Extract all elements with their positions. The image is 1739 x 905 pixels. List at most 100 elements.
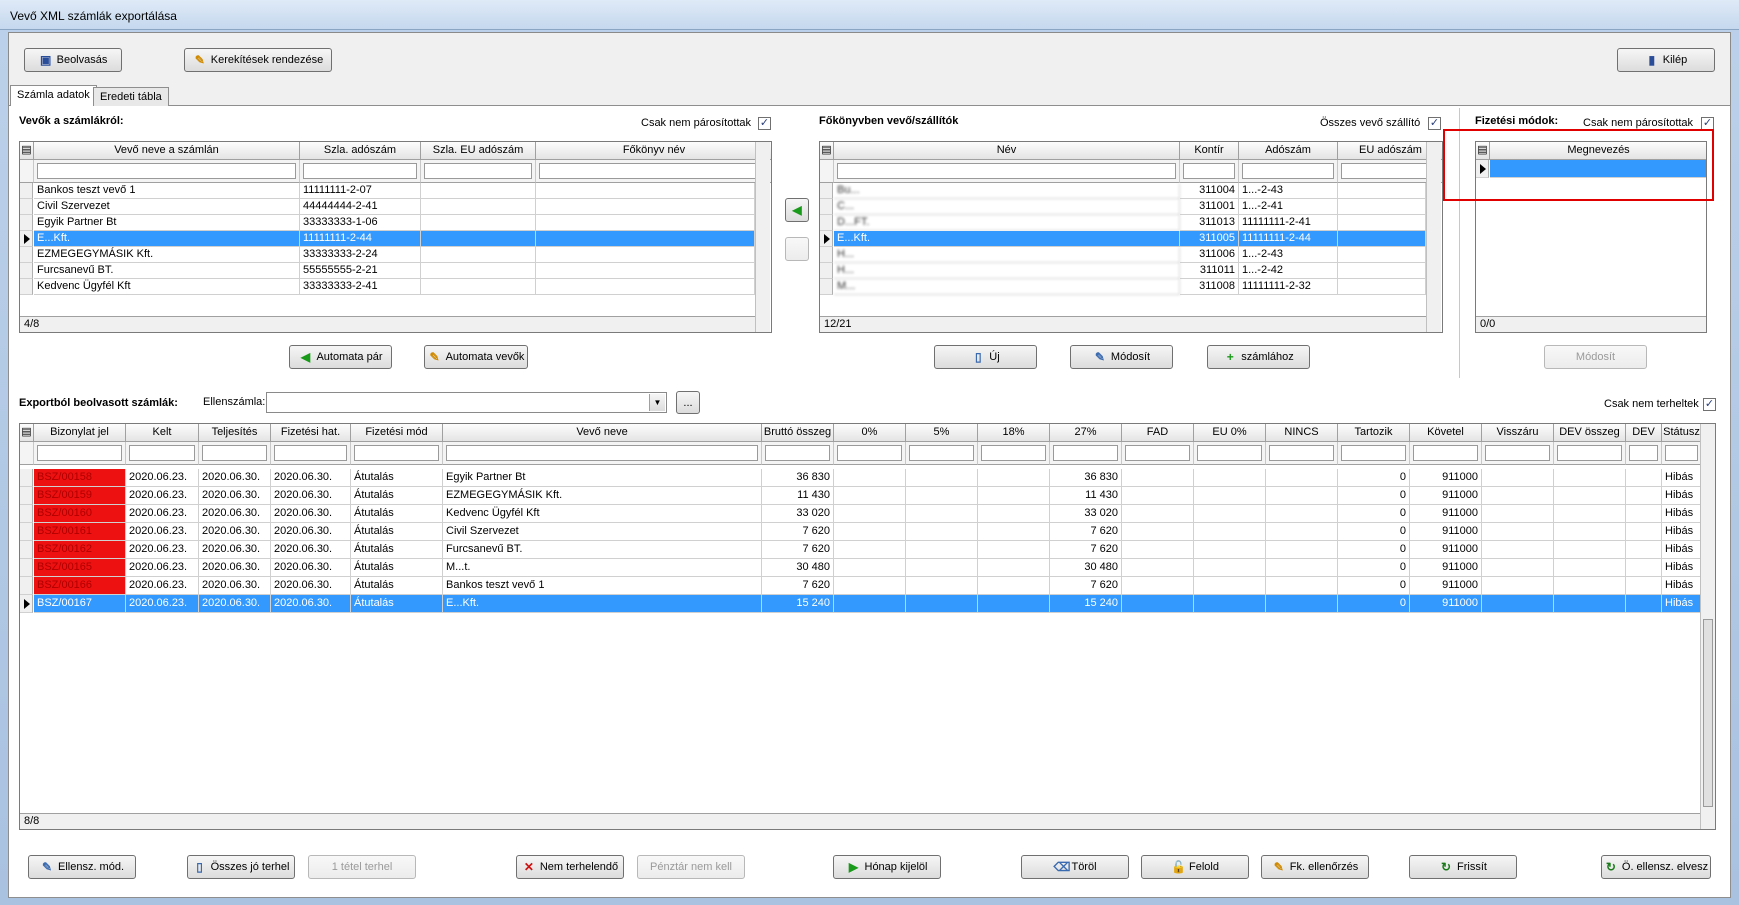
invoice-cell[interactable]: 2020.06.30. [199, 541, 271, 559]
invoice-cell[interactable]: 2020.06.30. [271, 487, 351, 505]
invoice-cell[interactable]: 2020.06.30. [271, 577, 351, 595]
invoice-cell[interactable] [1626, 577, 1662, 595]
tab-invoice-data[interactable]: Számla adatok [10, 85, 97, 106]
invoice-cell[interactable]: Átutalás [351, 559, 443, 577]
invoice-cell[interactable] [1122, 595, 1194, 613]
invoice-column-header[interactable]: Tartozik [1338, 424, 1410, 442]
invoice-cell[interactable]: Bankos teszt vevő 1 [443, 577, 762, 595]
invoice-cell[interactable] [978, 577, 1050, 595]
invoice-cell[interactable] [834, 577, 906, 595]
invoice-cell[interactable] [1266, 469, 1338, 487]
filter-ledger-name[interactable] [834, 160, 1180, 183]
invoice-column-filter[interactable] [978, 442, 1050, 465]
invoice-cell[interactable] [906, 523, 978, 541]
invoice-cell[interactable]: 2020.06.30. [271, 469, 351, 487]
invoice-cell[interactable]: 15 240 [762, 595, 834, 613]
invoice-cell[interactable]: 2020.06.23. [126, 487, 199, 505]
invoice-cell[interactable]: 911000 [1410, 469, 1482, 487]
invoice-cell[interactable]: 30 480 [1050, 559, 1122, 577]
invoice-cell[interactable]: Átutalás [351, 469, 443, 487]
invoice-column-header[interactable]: Követel [1410, 424, 1482, 442]
invoice-column-header[interactable]: 27% [1050, 424, 1122, 442]
customer-cell[interactable]: E...Kft. [34, 231, 300, 247]
ledger-all-checkbox[interactable]: ✓ [1428, 117, 1441, 130]
invoice-cell[interactable] [978, 487, 1050, 505]
customer-cell[interactable]: Egyik Partner Bt [34, 215, 300, 231]
invoice-cell[interactable] [1554, 469, 1626, 487]
invoice-cell[interactable] [1554, 595, 1626, 613]
ledger-cell[interactable]: 11111111-2-41 [1239, 215, 1338, 231]
invoice-cell[interactable]: 0 [1338, 559, 1410, 577]
invoice-cell[interactable]: Átutalás [351, 577, 443, 595]
invoice-cell[interactable] [1626, 523, 1662, 541]
invoice-column-header[interactable]: Bizonylat jel [34, 424, 126, 442]
invoice-cell[interactable] [1482, 577, 1554, 595]
customer-cell[interactable] [421, 231, 536, 247]
invoice-cell[interactable]: 11 430 [1050, 487, 1122, 505]
customer-cell[interactable]: 11111111-2-44 [300, 231, 421, 247]
invoice-cell[interactable] [1626, 595, 1662, 613]
invoice-cell[interactable]: Átutalás [351, 595, 443, 613]
customer-cell[interactable] [536, 215, 755, 231]
invoice-cell[interactable] [1626, 487, 1662, 505]
customer-cell[interactable] [421, 247, 536, 263]
invoice-cell[interactable]: 911000 [1410, 559, 1482, 577]
invoice-cell[interactable] [1122, 559, 1194, 577]
invoice-cell[interactable] [1122, 469, 1194, 487]
invoice-cell[interactable]: 0 [1338, 577, 1410, 595]
invoice-cell[interactable] [1482, 559, 1554, 577]
ledger-cell[interactable] [1338, 247, 1426, 263]
ledger-cell[interactable] [1338, 279, 1426, 295]
invoice-cell[interactable] [1554, 541, 1626, 559]
col-customer-name[interactable]: Vevő neve a számlán [34, 142, 300, 160]
invoice-cell[interactable] [1554, 487, 1626, 505]
invoice-column-filter[interactable] [34, 442, 126, 465]
invoice-cell[interactable] [1482, 541, 1554, 559]
ledger-cell[interactable]: Bu... [834, 183, 1180, 199]
ledger-cell[interactable]: 311011 [1180, 263, 1239, 279]
ledger-cell[interactable]: 311004 [1180, 183, 1239, 199]
invoice-cell[interactable]: Civil Szervezet [443, 523, 762, 541]
customer-cell[interactable]: 33333333-2-24 [300, 247, 421, 263]
invoice-cell[interactable]: 2020.06.30. [271, 541, 351, 559]
invoice-cell[interactable]: 2020.06.30. [271, 595, 351, 613]
invoice-cell[interactable]: 15 240 [1050, 595, 1122, 613]
charge-one-item-button[interactable]: 1 tétel terhel [308, 855, 416, 879]
ledger-cell[interactable]: 1...-2-42 [1239, 263, 1338, 279]
col-ledger-tax[interactable]: Adószám [1239, 142, 1338, 160]
ledger-cell[interactable] [1338, 231, 1426, 247]
ledger-cell[interactable]: 311006 [1180, 247, 1239, 263]
filter-customer-name[interactable] [34, 160, 300, 183]
invoice-column-filter[interactable] [1122, 442, 1194, 465]
customers-only-unpaired-checkbox[interactable]: ✓ [758, 117, 771, 130]
invoice-cell[interactable]: BSZ/00162 [34, 541, 126, 559]
invoice-column-header[interactable]: 0% [834, 424, 906, 442]
invoice-column-header[interactable]: Fizetési hat. [271, 424, 351, 442]
customer-cell[interactable] [421, 215, 536, 231]
customer-cell[interactable] [536, 247, 755, 263]
invoice-column-filter[interactable] [1266, 442, 1338, 465]
invoice-cell[interactable]: 7 620 [1050, 541, 1122, 559]
invoice-cell[interactable] [978, 541, 1050, 559]
invoice-cell[interactable]: 7 620 [1050, 577, 1122, 595]
invoice-cell[interactable]: Hibás [1662, 505, 1702, 523]
col-eu-tax-number[interactable]: Szla. EU adószám [421, 142, 536, 160]
invoice-cell[interactable] [1554, 559, 1626, 577]
invoice-cell[interactable] [834, 559, 906, 577]
invoice-cell[interactable] [834, 523, 906, 541]
invoice-cell[interactable] [1554, 505, 1626, 523]
new-button[interactable]: ▯ Új [934, 345, 1037, 369]
ledger-cell[interactable]: 1...-2-43 [1239, 247, 1338, 263]
invoices-scrollbar[interactable] [1700, 424, 1715, 829]
to-invoice-button[interactable]: + számlához [1207, 345, 1310, 369]
ledger-cell[interactable]: H... [834, 247, 1180, 263]
invoice-cell[interactable] [906, 541, 978, 559]
invoice-cell[interactable] [834, 469, 906, 487]
invoice-cell[interactable] [906, 595, 978, 613]
invoice-cell[interactable]: 0 [1338, 523, 1410, 541]
invoice-cell[interactable] [1122, 541, 1194, 559]
invoice-column-filter[interactable] [1482, 442, 1554, 465]
invoice-column-header[interactable]: Visszáru [1482, 424, 1554, 442]
refresh-button[interactable]: ↻ Frissít [1409, 855, 1517, 879]
invoice-column-filter[interactable] [1338, 442, 1410, 465]
